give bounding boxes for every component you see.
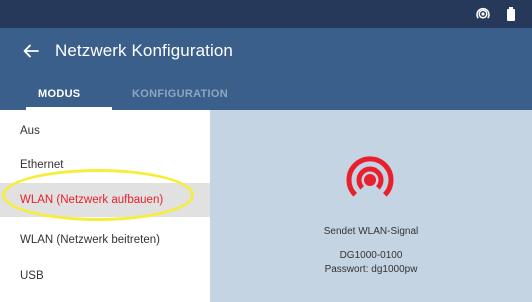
hotspot-icon: [476, 7, 490, 21]
tab-bar: MODUS KONFIGURATION: [0, 78, 532, 110]
tab-konfiguration[interactable]: KONFIGURATION: [132, 78, 228, 110]
mode-list: Aus Ethernet WLAN (Netzwerk aufbauen) WL…: [0, 110, 210, 302]
status-bar: [0, 0, 532, 28]
mode-detail-panel: Sendet WLAN-Signal DG1000-0100 Passwort:…: [210, 110, 532, 302]
page-title: Netzwerk Konfiguration: [55, 41, 233, 60]
mode-item-aus[interactable]: Aus: [0, 114, 210, 148]
password-text: Passwort: dg1000pw: [324, 264, 418, 275]
mode-item-label: USB: [20, 270, 44, 282]
mode-item-label: Aus: [20, 125, 40, 137]
mode-item-label: WLAN (Netzwerk aufbauen): [20, 194, 164, 206]
mode-item-label: Ethernet: [20, 159, 64, 171]
battery-icon: [504, 7, 518, 21]
mode-item-usb[interactable]: USB: [0, 259, 210, 293]
arrow-left-icon: [23, 44, 39, 58]
status-text: Sendet WLAN-Signal: [323, 226, 419, 237]
app-bar: Netzwerk Konfiguration MODUS KONFIGURATI…: [0, 28, 532, 110]
tab-modus[interactable]: MODUS: [38, 78, 80, 110]
mode-item-wlan-beitreten[interactable]: WLAN (Netzwerk beitreten): [0, 223, 210, 257]
back-button[interactable]: [18, 40, 44, 62]
mode-item-label: WLAN (Netzwerk beitreten): [20, 234, 160, 246]
ssid-text: DG1000-0100: [339, 250, 403, 261]
mode-item-wlan-aufbauen[interactable]: WLAN (Netzwerk aufbauen): [0, 183, 210, 217]
mode-item-ethernet[interactable]: Ethernet: [0, 148, 210, 182]
wifi-broadcast-icon: [346, 156, 394, 197]
